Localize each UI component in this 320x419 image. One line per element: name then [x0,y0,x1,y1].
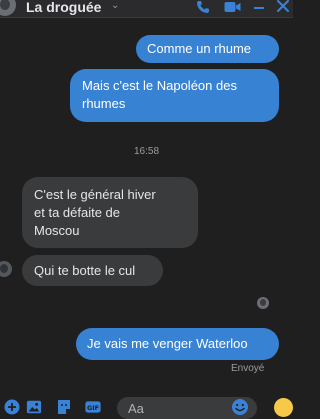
message-text: Comme un rhume [147,41,252,56]
message-text-line: rhumes [82,96,126,111]
add-icon[interactable] [4,399,20,415]
conversation-timestamp: 16:58 [133,146,160,157]
message-status: Envoyé [231,363,265,374]
emoji-icon[interactable] [231,398,249,416]
chevron-down-icon[interactable]: ⌄ [111,0,119,11]
image-icon[interactable] [26,399,42,415]
message-bubble-incoming[interactable]: C'est le général hiver et ta défaite de … [22,177,198,248]
gif-icon[interactable]: GIF [85,399,101,415]
sender-avatar[interactable] [0,261,12,277]
phone-icon[interactable] [196,0,210,14]
message-bubble-outgoing[interactable]: Comme un rhume [136,35,279,63]
message-text: Je vais me venger Waterloo [87,336,248,351]
message-text-line: et ta défaite de [34,205,121,220]
message-text: Qui te botte le cul [34,263,136,278]
message-input-placeholder: Aa [128,401,144,416]
message-bubble-incoming[interactable]: Qui te botte le cul [22,255,163,286]
svg-text:GIF: GIF [87,404,99,412]
message-text-line: C'est le général hiver [34,187,156,202]
chat-header: La droguée ⌄ [0,0,293,18]
close-icon[interactable] [276,0,290,14]
message-bubble-outgoing[interactable]: Mais c'est le Napoléon des rhumes [70,69,279,122]
seen-indicator-avatar [257,297,269,309]
minimize-icon[interactable] [253,0,265,14]
video-camera-icon[interactable] [224,0,241,14]
like-icon[interactable] [274,398,293,417]
chat-title[interactable]: La droguée [26,0,101,15]
sticker-icon[interactable] [56,399,72,415]
contact-avatar[interactable] [0,0,16,16]
message-text-line: Moscou [34,223,80,238]
message-bubble-outgoing[interactable]: Je vais me venger Waterloo [76,328,279,360]
message-text-line: Mais c'est le Napoléon des [82,78,237,93]
